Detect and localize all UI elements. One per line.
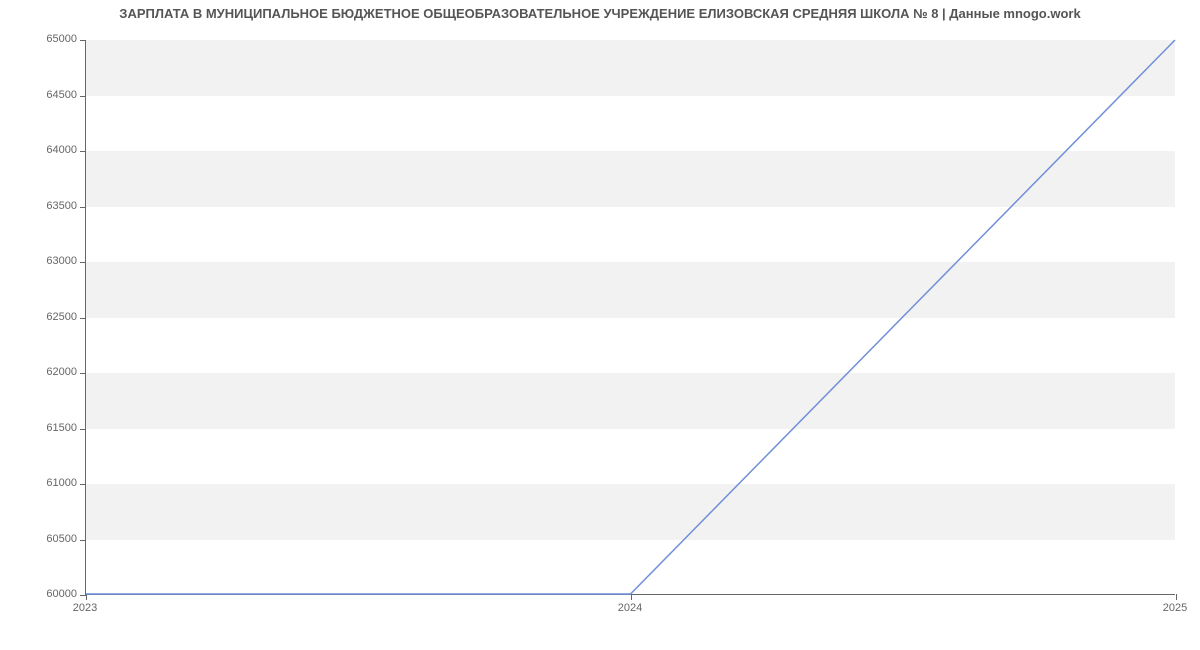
chart-title: ЗАРПЛАТА В МУНИЦИПАЛЬНОЕ БЮДЖЕТНОЕ ОБЩЕО… bbox=[0, 6, 1200, 21]
x-tick-label: 2023 bbox=[73, 602, 97, 614]
y-tick-label: 62500 bbox=[7, 311, 77, 323]
series-line bbox=[86, 40, 1175, 594]
y-tick-label: 65000 bbox=[7, 33, 77, 45]
y-tick-label: 64500 bbox=[7, 89, 77, 101]
x-tick-label: 2025 bbox=[1163, 602, 1187, 614]
y-tick-label: 60000 bbox=[7, 588, 77, 600]
x-tick bbox=[86, 594, 87, 600]
y-tick-label: 63000 bbox=[7, 255, 77, 267]
x-tick-label: 2024 bbox=[618, 602, 642, 614]
line-series bbox=[86, 40, 1175, 594]
plot-area bbox=[85, 40, 1175, 595]
y-tick-label: 60500 bbox=[7, 533, 77, 545]
y-tick-label: 64000 bbox=[7, 144, 77, 156]
salary-line-chart: ЗАРПЛАТА В МУНИЦИПАЛЬНОЕ БЮДЖЕТНОЕ ОБЩЕО… bbox=[0, 0, 1200, 650]
x-tick bbox=[631, 594, 632, 600]
y-tick-label: 61500 bbox=[7, 422, 77, 434]
y-tick-label: 62000 bbox=[7, 366, 77, 378]
x-tick bbox=[1176, 594, 1177, 600]
y-tick-label: 61000 bbox=[7, 477, 77, 489]
y-tick-label: 63500 bbox=[7, 200, 77, 212]
